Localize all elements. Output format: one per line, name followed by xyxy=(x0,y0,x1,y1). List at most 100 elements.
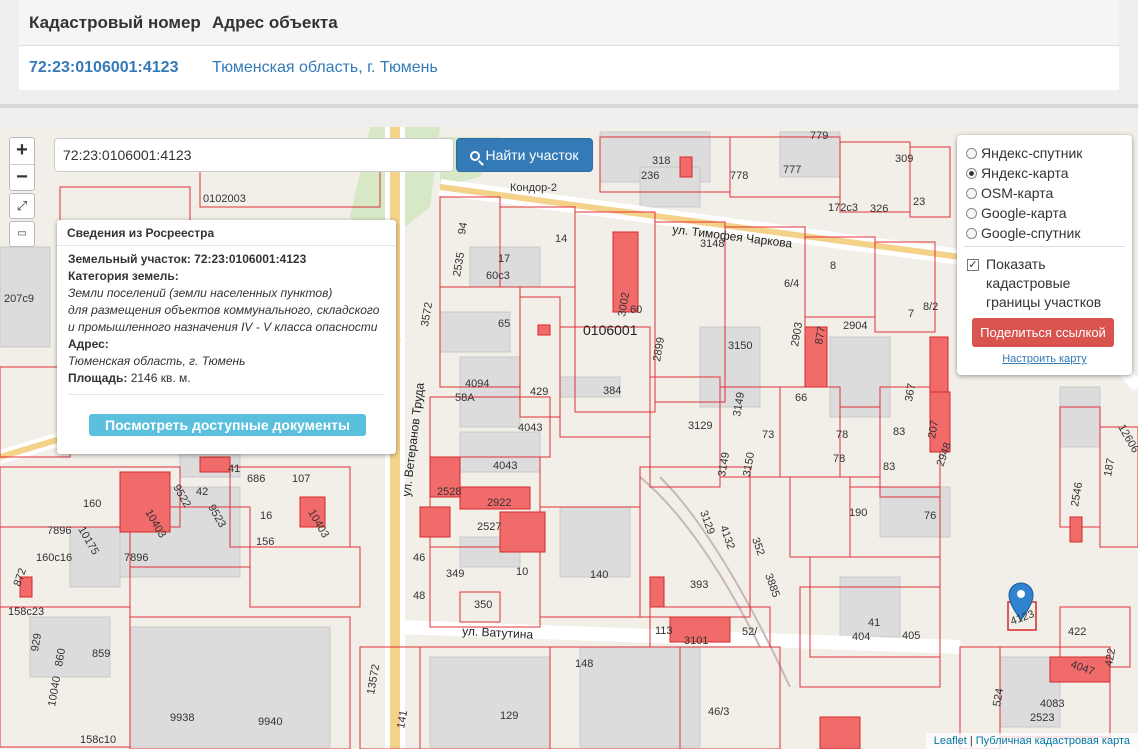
svg-text:10: 10 xyxy=(516,566,528,578)
documents-button[interactable]: Посмотреть доступные документы xyxy=(89,414,366,436)
area-label: Площадь: xyxy=(68,371,128,385)
address-value: Тюменская область, г. Тюмень xyxy=(68,354,246,368)
svg-text:8/2: 8/2 xyxy=(923,301,938,313)
svg-text:686: 686 xyxy=(247,473,265,485)
svg-text:326: 326 xyxy=(870,203,888,215)
svg-text:404: 404 xyxy=(852,631,870,643)
svg-text:17: 17 xyxy=(498,253,510,265)
search-button-label: Найти участок xyxy=(485,147,579,163)
svg-text:52/: 52/ xyxy=(742,626,758,638)
layer-google-map[interactable]: Google-карта xyxy=(966,205,1067,221)
category-value-3: и промышленного назначения IV - V класса… xyxy=(68,320,378,334)
svg-text:14: 14 xyxy=(555,233,567,245)
svg-text:4043: 4043 xyxy=(493,460,517,472)
area-line: Площадь: 2146 кв. м. xyxy=(68,371,191,385)
svg-text:393: 393 xyxy=(690,579,708,591)
svg-text:107: 107 xyxy=(292,473,310,485)
layer-label: Яндекс-карта xyxy=(981,165,1069,181)
layer-yandex-satellite[interactable]: Яндекс-спутник xyxy=(966,145,1082,161)
svg-text:172c3: 172c3 xyxy=(828,202,858,214)
attribution: Leaflet | Публичная кадастровая карта xyxy=(925,733,1138,749)
svg-text:140: 140 xyxy=(590,569,608,581)
address-link[interactable]: Тюменская область, г. Тюмень xyxy=(212,59,438,77)
svg-text:78: 78 xyxy=(833,453,845,465)
svg-text:158c23: 158c23 xyxy=(8,606,44,618)
svg-text:0102003: 0102003 xyxy=(203,193,246,205)
info-popup: Сведения из Росреестра Земельный участок… xyxy=(57,220,396,454)
share-link-button[interactable]: Поделиться ссылкой xyxy=(972,318,1114,347)
svg-text:94: 94 xyxy=(456,221,470,235)
svg-text:777: 777 xyxy=(783,164,801,176)
svg-text:7896: 7896 xyxy=(124,552,148,564)
show-borders-checkbox[interactable]: ✓ xyxy=(967,259,979,271)
svg-text:129: 129 xyxy=(500,710,518,722)
svg-text:309: 309 xyxy=(895,153,913,165)
svg-text:4043: 4043 xyxy=(518,422,542,434)
svg-text:7896: 7896 xyxy=(47,525,71,537)
svg-text:318: 318 xyxy=(652,155,670,167)
svg-text:73: 73 xyxy=(762,429,774,441)
popup-divider xyxy=(57,245,396,246)
svg-text:190: 190 xyxy=(849,507,867,519)
zoom-control[interactable]: + − xyxy=(9,137,35,191)
configure-map-link[interactable]: Настроить карту xyxy=(957,353,1132,365)
svg-text:41: 41 xyxy=(228,463,240,475)
svg-text:156: 156 xyxy=(256,536,274,548)
svg-text:76: 76 xyxy=(924,510,936,522)
radio-icon[interactable] xyxy=(966,188,977,199)
radio-icon[interactable] xyxy=(966,228,977,239)
cadastral-number-link[interactable]: 72:23:0106001:4123 xyxy=(29,59,178,77)
svg-text:859: 859 xyxy=(92,648,110,660)
zoom-in-button[interactable]: + xyxy=(10,138,34,164)
svg-text:60: 60 xyxy=(630,304,642,316)
category-value-1: Земли поселений (земли населенных пункто… xyxy=(68,286,333,300)
svg-text:349: 349 xyxy=(446,568,464,580)
svg-text:4094: 4094 xyxy=(465,378,489,390)
source-link[interactable]: Публичная кадастровая карта xyxy=(976,735,1130,747)
svg-text:0106001: 0106001 xyxy=(583,322,638,338)
svg-text:65: 65 xyxy=(498,318,510,330)
svg-text:779: 779 xyxy=(810,130,828,142)
svg-text:46: 46 xyxy=(413,552,425,564)
svg-text:207c9: 207c9 xyxy=(4,293,34,305)
svg-text:384: 384 xyxy=(603,385,621,397)
category-label: Категория земель: xyxy=(68,269,179,283)
radio-selected-icon[interactable] xyxy=(966,168,977,179)
layers-panel: Яндекс-спутник Яндекс-карта OSM-карта Go… xyxy=(957,135,1132,375)
radio-icon[interactable] xyxy=(966,208,977,219)
layer-osm-map[interactable]: OSM-карта xyxy=(966,185,1053,201)
layer-google-satellite[interactable]: Google-спутник xyxy=(966,225,1080,241)
layer-label: Яндекс-спутник xyxy=(981,145,1083,161)
search-button[interactable]: Найти участок xyxy=(456,138,593,172)
svg-text:3129: 3129 xyxy=(688,420,712,432)
header-cadastral-number: Кадастровый номер xyxy=(29,13,201,32)
svg-text:160c16: 160c16 xyxy=(36,552,72,564)
fullscreen-icon[interactable]: ⤢ xyxy=(9,193,35,219)
header-address: Адрес объекта xyxy=(212,13,338,32)
svg-text:405: 405 xyxy=(902,630,920,642)
svg-text:148: 148 xyxy=(575,658,593,670)
svg-text:778: 778 xyxy=(730,170,748,182)
svg-text:2527: 2527 xyxy=(477,521,501,533)
svg-text:429: 429 xyxy=(530,386,548,398)
map-view[interactable]: ул. Тимофея Чаркова ул. Ватутина ул. Вет… xyxy=(0,127,1138,749)
leaflet-link[interactable]: Leaflet xyxy=(934,735,967,747)
radio-icon[interactable] xyxy=(966,148,977,159)
layer-label: Google-спутник xyxy=(981,225,1081,241)
svg-text:83: 83 xyxy=(883,461,895,473)
zoom-out-button[interactable]: − xyxy=(10,164,34,190)
svg-text:422: 422 xyxy=(1068,626,1086,638)
ruler-icon[interactable]: ▭ xyxy=(9,221,35,247)
svg-text:42: 42 xyxy=(196,486,208,498)
area-value: 2146 кв. м. xyxy=(130,371,191,385)
category-value-2: для размещения объектов коммунального, с… xyxy=(68,303,380,317)
svg-text:58A: 58A xyxy=(455,392,475,404)
layer-yandex-map[interactable]: Яндекс-карта xyxy=(966,165,1068,181)
address-label: Адрес: xyxy=(68,337,109,351)
svg-text:48: 48 xyxy=(413,590,425,602)
svg-text:3101: 3101 xyxy=(684,635,708,647)
popup-title: Сведения из Росреестра xyxy=(67,226,215,240)
svg-text:350: 350 xyxy=(474,599,492,611)
svg-text:66: 66 xyxy=(795,392,807,404)
search-input[interactable]: 72:23:0106001:4123 xyxy=(54,138,454,172)
